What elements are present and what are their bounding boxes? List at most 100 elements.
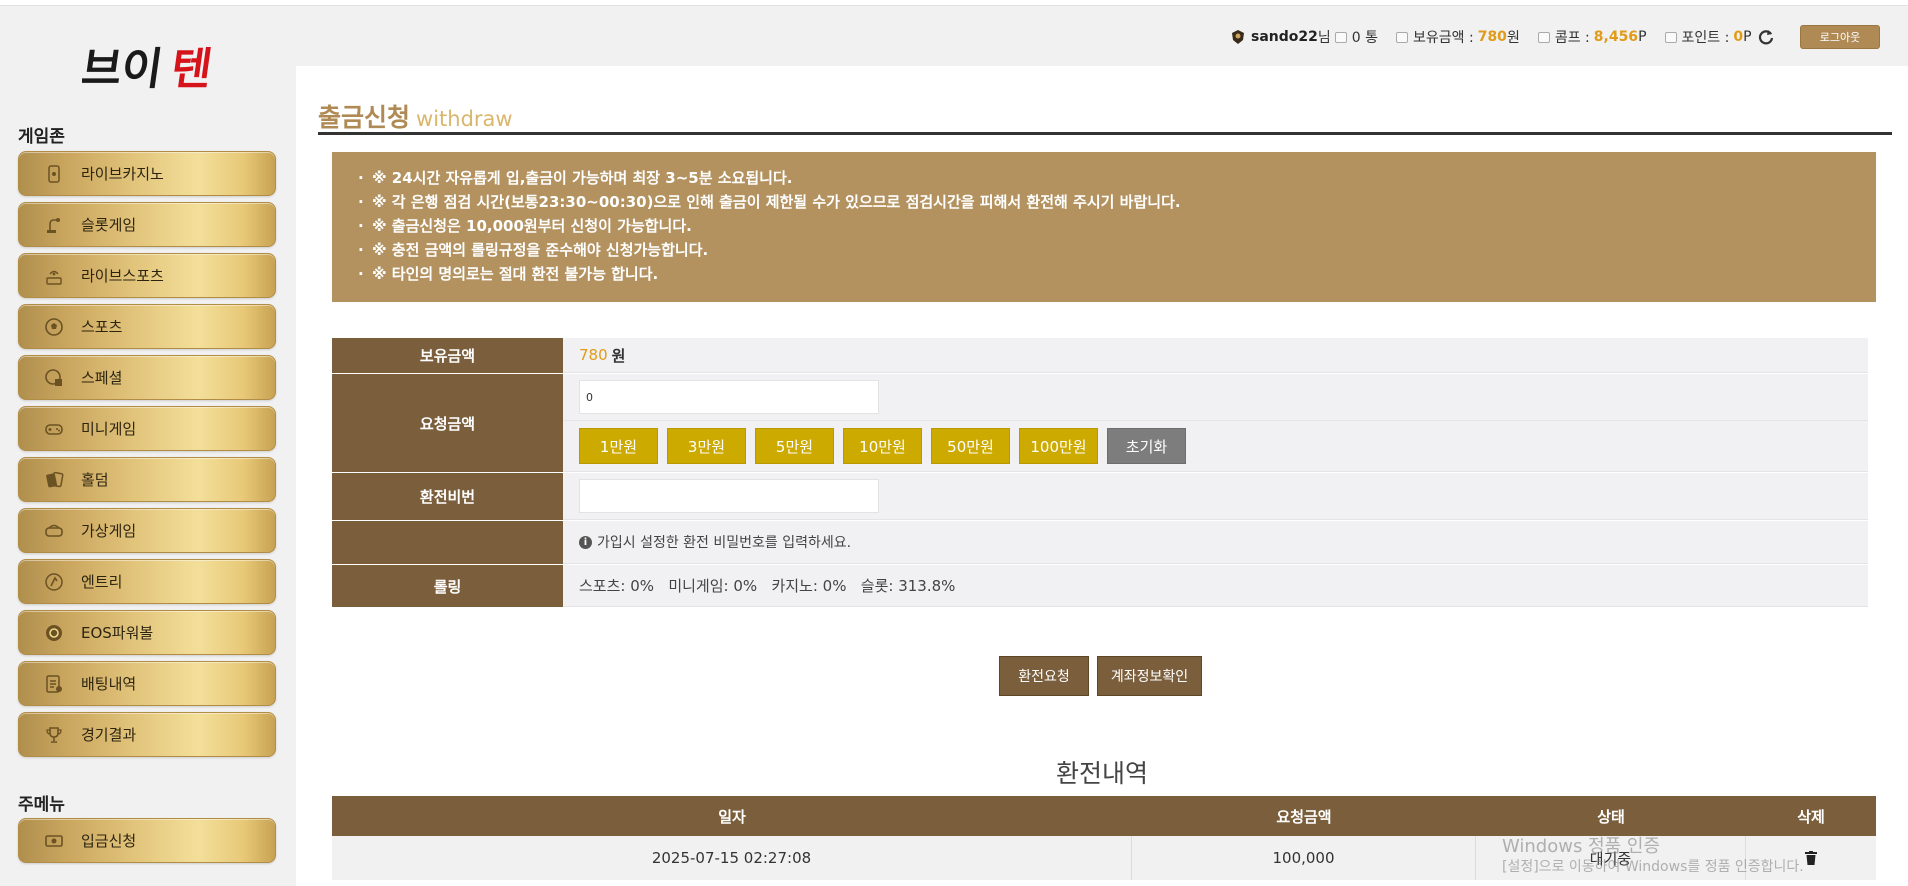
col-delete: 삭제 (1797, 807, 1825, 826)
windows-activation-watermark: Windows 정품 인증 (1502, 836, 1661, 857)
powerball-icon (43, 622, 65, 644)
refresh-icon[interactable] (1757, 28, 1775, 46)
sidebar-item-game-11[interactable]: 경기결과 (18, 712, 276, 757)
col-amount: 요청금액 (1276, 807, 1332, 826)
account-info-button[interactable]: 계좌정보확인 (1097, 656, 1202, 696)
vr-icon (43, 520, 65, 542)
sidebar-item-game-1[interactable]: 슬롯게임 (18, 202, 276, 247)
poker-cards-icon (43, 469, 65, 491)
sidebar-item-label: 슬롯게임 (81, 216, 137, 234)
point-label: 포인트 : (1681, 30, 1730, 46)
sidebar-item-label: 입금신청 (81, 832, 137, 850)
main-content: 출금신청withdraw ※ 24시간 자유롭게 입,출금이 가능하며 최장 3… (296, 66, 1908, 886)
trash-icon[interactable] (1805, 851, 1817, 865)
withdraw-submit-button[interactable]: 환전요청 (999, 656, 1089, 696)
slot-lever-icon (43, 214, 65, 236)
pin-hint-cell: i 가입시 설정한 환전 비밀번호를 입력하세요. (563, 521, 1868, 564)
amount-50k-button[interactable]: 5만원 (755, 428, 834, 464)
pin-hint-text: 가입시 설정한 환전 비밀번호를 입력하세요. (597, 535, 852, 551)
request-row: 요청금액 0 1만원 3만원 5만원 10만원 50만원 100만원 초기화 (332, 374, 1868, 472)
special-ball-icon (43, 367, 65, 389)
info-icon: i (579, 535, 592, 549)
amount-button-cell: 1만원 3만원 5만원 10만원 50만원 100만원 초기화 (563, 421, 1868, 472)
request-input-cell: 0 (563, 374, 1868, 421)
sidebar-item-label: 엔트리 (81, 573, 123, 591)
logout-button[interactable]: 로그아웃 (1800, 25, 1880, 49)
col-date: 일자 (718, 807, 746, 826)
sidebar-item-label: 라이브카지노 (81, 165, 164, 183)
windows-activation-hint: [설정]으로 이동하여 Windows를 정품 인증합니다. (1502, 859, 1804, 875)
amount-1m-button[interactable]: 100만원 (1019, 428, 1098, 464)
withdraw-pin-input[interactable] (579, 479, 879, 513)
logo-mark: 브이 텐 (78, 44, 216, 95)
sidebar: 브이 텐 게임존 라이브카지노슬롯게임라이브스포츠스포츠스페셜미니게임홀덤가상게… (0, 6, 296, 886)
live-icon (43, 265, 65, 287)
sidebar-item-game-7[interactable]: 가상게임 (18, 508, 276, 553)
amount-10k-button[interactable]: 1만원 (579, 428, 658, 464)
row-amount: 100,000 (1132, 836, 1476, 880)
sidebar-item-label: 라이브스포츠 (81, 267, 164, 285)
history-header-row: 일자 요청금액 상태 삭제 (332, 796, 1876, 836)
page-title-text: 출금신청 (318, 103, 411, 132)
pin-row-label: 환전비번 (332, 473, 563, 520)
site-logo[interactable]: 브이 텐 (78, 36, 232, 98)
sidebar-item-game-2[interactable]: 라이브스포츠 (18, 253, 276, 298)
sidebar-item-game-3[interactable]: 스포츠 (18, 304, 276, 349)
entry-icon (43, 571, 65, 593)
comp-unit: P (1638, 29, 1647, 45)
notice-item: ※ 24시간 자유롭게 입,출금이 가능하며 최장 3~5분 소요됩니다. (358, 166, 1876, 190)
title-divider (318, 132, 1892, 135)
form-balance-value: 780 (579, 346, 608, 364)
sidebar-item-game-6[interactable]: 홀덤 (18, 457, 276, 502)
sidebar-item-game-10[interactable]: 배팅내역 (18, 661, 276, 706)
sidebar-item-game-8[interactable]: 엔트리 (18, 559, 276, 604)
sidebar-item-game-4[interactable]: 스페셜 (18, 355, 276, 400)
history-title: 환전내역 (1055, 759, 1148, 788)
sidebar-item-main-0[interactable]: 입금신청 (18, 818, 276, 863)
row-date: 2025-07-15 02:27:08 (332, 836, 1132, 880)
page-subtitle: withdraw (416, 107, 513, 131)
sidebar-item-game-0[interactable]: 라이브카지노 (18, 151, 276, 196)
svg-text:텐: 텐 (168, 44, 216, 95)
message-count[interactable]: 0 통 (1352, 27, 1378, 47)
username: sando22 (1251, 29, 1318, 45)
pin-hint-label-cell (332, 521, 563, 564)
money-icon (43, 830, 65, 852)
main-section-title: 주메뉴 (18, 795, 65, 815)
rolling-stats: 스포츠: 0% 미니게임: 0% 카지노: 0% 슬롯: 313.8% (563, 565, 1868, 607)
request-row-label: 요청금액 (332, 374, 563, 472)
sidebar-item-game-9[interactable]: EOS파워볼 (18, 610, 276, 655)
message-icon[interactable] (1334, 31, 1347, 43)
card-icon (43, 163, 65, 185)
notice-item: ※ 충전 금액의 롤링규정을 준수해야 신청가능합니다. (358, 238, 1876, 262)
sidebar-item-game-5[interactable]: 미니게임 (18, 406, 276, 451)
trophy-icon (43, 724, 65, 746)
soccer-ball-icon (43, 316, 65, 338)
pin-row: 환전비번 (332, 473, 1868, 520)
notice-item: ※ 타인의 명의로는 절대 환전 불가능 합니다. (358, 262, 1876, 286)
gamepad-icon (43, 418, 65, 440)
point-icon (1664, 31, 1677, 43)
wallet-icon (1396, 31, 1409, 43)
amount-100k-button[interactable]: 10만원 (843, 428, 922, 464)
sidebar-item-label: 홀덤 (81, 471, 109, 489)
point-value: 0 (1733, 29, 1744, 45)
balance-row: 보유금액 780 원 (332, 338, 1868, 373)
balance-row-label: 보유금액 (332, 338, 563, 373)
amount-30k-button[interactable]: 3만원 (667, 428, 746, 464)
reset-amount-button[interactable]: 초기화 (1107, 428, 1186, 464)
balance-label: 보유금액 : (1413, 30, 1474, 46)
balance-row-value: 780 원 (563, 338, 1868, 373)
sidebar-item-label: 스포츠 (81, 318, 123, 336)
amount-500k-button[interactable]: 50만원 (931, 428, 1010, 464)
game-section-title: 게임존 (18, 127, 65, 147)
form-balance-unit: 원 (611, 346, 626, 365)
sidebar-item-label: 경기결과 (81, 726, 137, 744)
request-amount-input[interactable]: 0 (579, 380, 879, 414)
sidebar-item-label: 미니게임 (81, 420, 137, 438)
point-unit: P (1743, 29, 1752, 45)
sidebar-item-label: 스페셜 (81, 369, 123, 387)
svg-text:브이: 브이 (82, 44, 166, 95)
rolling-row: 롤링 스포츠: 0% 미니게임: 0% 카지노: 0% 슬롯: 313.8% (332, 565, 1868, 607)
pin-input-cell (563, 473, 1868, 520)
